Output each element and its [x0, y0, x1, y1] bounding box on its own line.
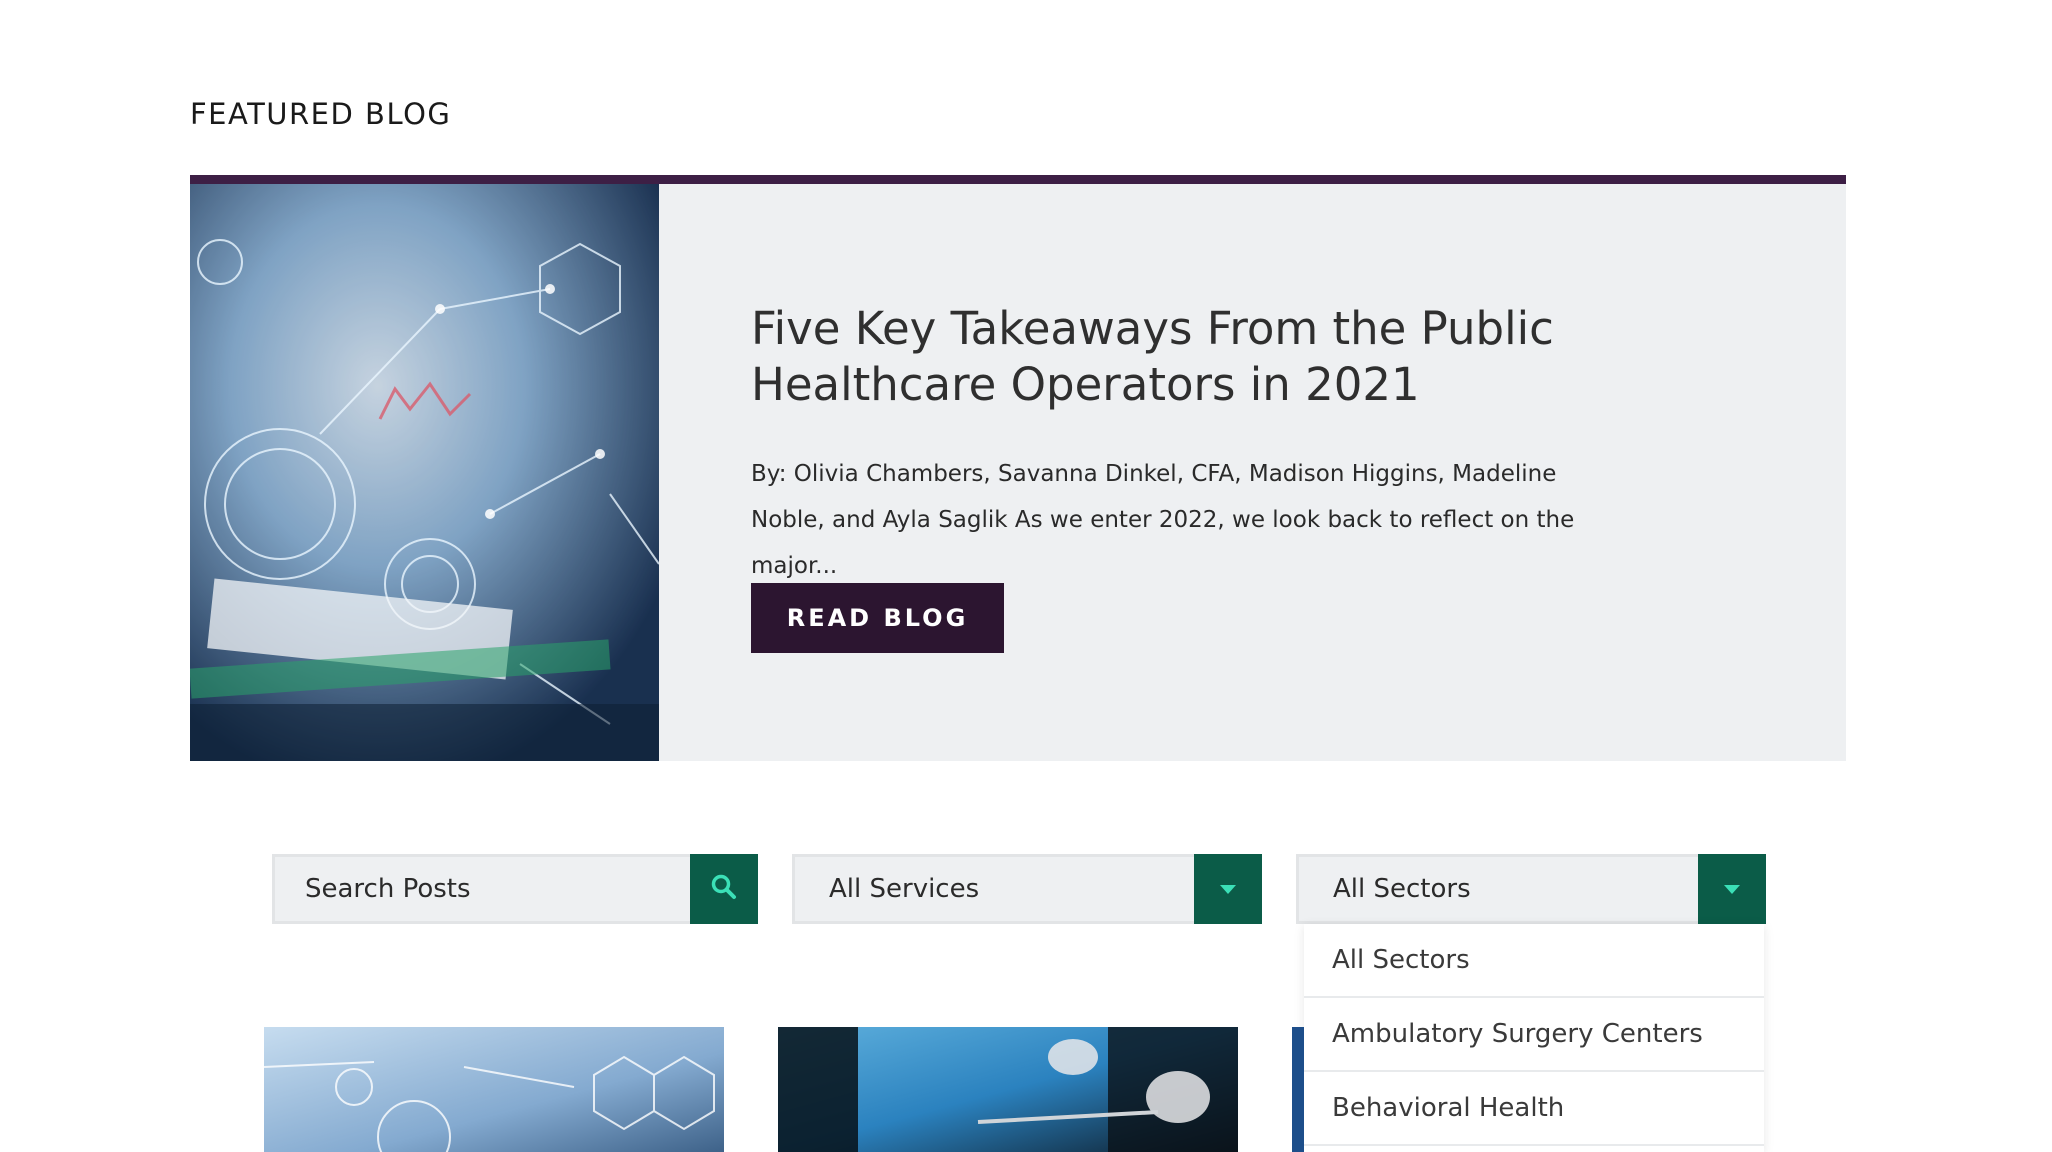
read-blog-button[interactable]: READ BLOG [751, 583, 1004, 653]
search-button[interactable] [690, 854, 758, 924]
featured-blog-title[interactable]: Five Key Takeaways From the Public Healt… [751, 301, 1811, 413]
search-icon [710, 873, 738, 905]
services-select-value: All Services [829, 874, 980, 904]
post-thumbnail-3[interactable] [1292, 1027, 1304, 1152]
services-dropdown-button[interactable] [1194, 854, 1262, 924]
services-select[interactable]: All Services [792, 854, 1262, 924]
featured-blog-image [190, 184, 659, 761]
dropdown-option-ambulatory-surgery-centers[interactable]: Ambulatory Surgery Centers [1304, 998, 1764, 1072]
post-thumbnail-2[interactable] [778, 1027, 1238, 1152]
featured-blog-card: Five Key Takeaways From the Public Healt… [190, 175, 1846, 761]
dropdown-option-all-sectors[interactable]: All Sectors [1304, 924, 1764, 998]
featured-blog-content: Five Key Takeaways From the Public Healt… [751, 301, 1811, 589]
sectors-select[interactable]: All Sectors [1296, 854, 1766, 924]
section-title: FEATURED BLOG [190, 97, 452, 131]
featured-blog-excerpt: By: Olivia Chambers, Savanna Dinkel, CFA… [751, 461, 1575, 579]
caret-down-icon [1724, 880, 1740, 899]
sectors-dropdown-button[interactable] [1698, 854, 1766, 924]
sectors-select-value: All Sectors [1333, 874, 1471, 904]
dropdown-option-behavioral-health[interactable]: Behavioral Health [1304, 1072, 1764, 1146]
caret-down-icon [1220, 880, 1236, 899]
post-thumbnail-1[interactable] [264, 1027, 724, 1152]
sectors-dropdown-menu: All Sectors Ambulatory Surgery Centers B… [1304, 924, 1764, 1152]
search-posts-box[interactable]: Search Posts [272, 854, 758, 924]
search-input[interactable]: Search Posts [305, 857, 471, 921]
